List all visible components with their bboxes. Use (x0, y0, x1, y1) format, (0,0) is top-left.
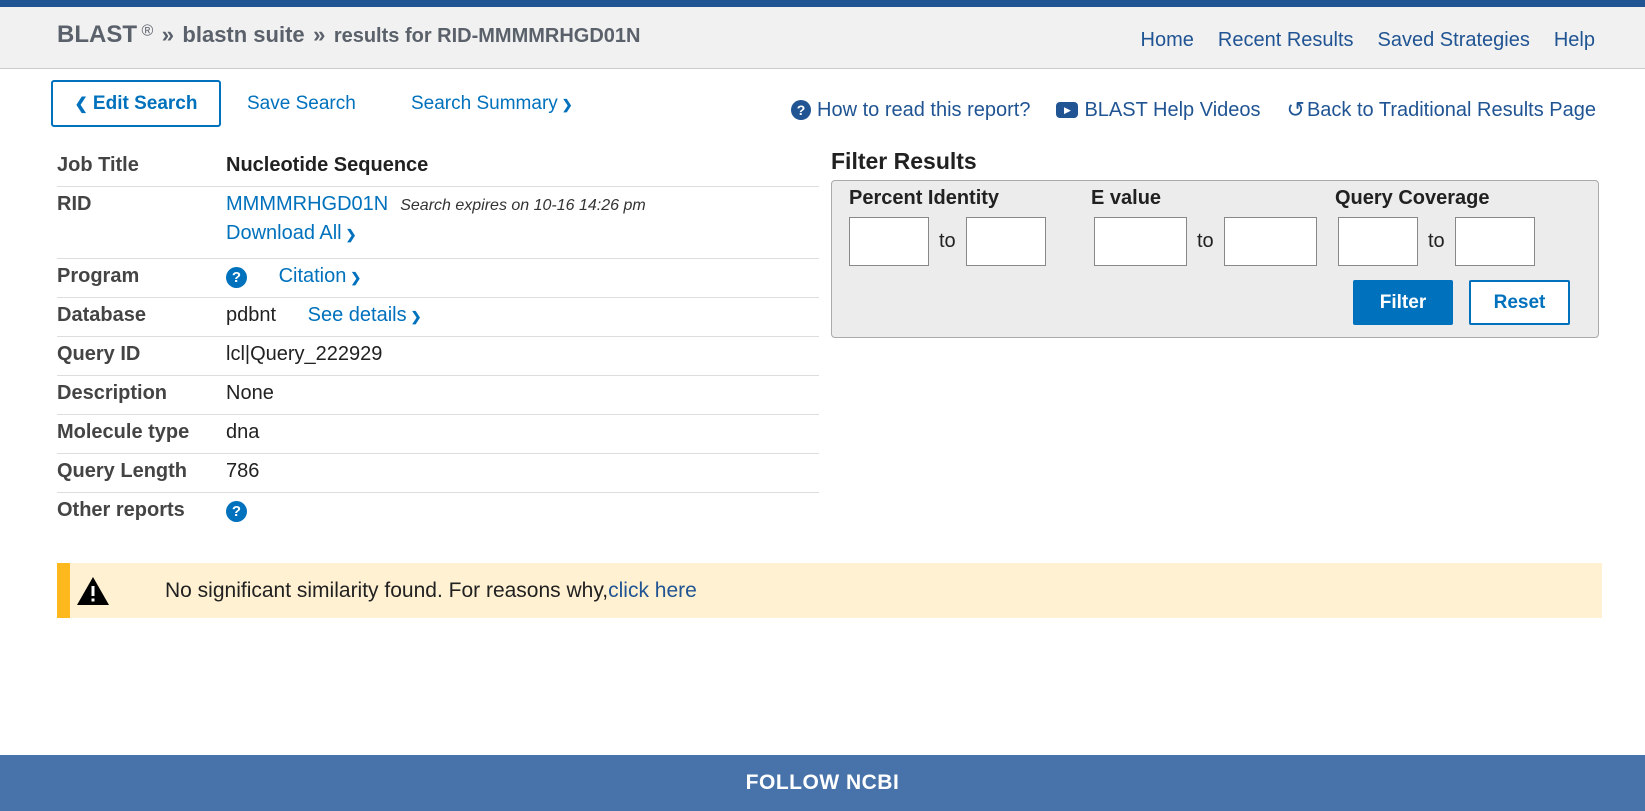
program-row: Program ? Citation ❯ (57, 259, 819, 298)
back-to-traditional-label: Back to Traditional Results Page (1306, 98, 1596, 121)
rid-link[interactable]: MMMMRHGD01N (226, 193, 388, 215)
how-to-read-link[interactable]: ? How to read this report? (791, 99, 1030, 122)
filter-title: Filter Results (831, 148, 977, 174)
how-to-read-label: How to read this report? (817, 98, 1031, 121)
footer-banner: FOLLOW NCBI (0, 755, 1645, 811)
query-length-label: Query Length (57, 460, 188, 482)
query-id-label: Query ID (57, 343, 141, 365)
molecule-type-label: Molecule type (57, 421, 190, 443)
citation-dropdown[interactable]: Citation (279, 265, 347, 287)
breadcrumb-separator: » (313, 22, 326, 47)
download-all-dropdown[interactable]: Download All (226, 222, 342, 244)
rid-value-group: MMMMRHGD01N Search expires on 10-16 14:26… (226, 193, 646, 245)
rid-label: RID (57, 193, 92, 215)
description-row: Description None (57, 376, 819, 415)
rid-row: RID MMMMRHGD01N Search expires on 10-16 1… (57, 187, 819, 259)
chevron-down-icon: ❯ (350, 270, 362, 285)
search-summary-label: Search Summary (411, 93, 558, 114)
other-reports-value: ? (226, 499, 247, 522)
percent-identity-max-input[interactable] (965, 217, 1046, 266)
follow-ncbi-heading: FOLLOW NCBI (745, 771, 900, 794)
save-search-link[interactable]: Save Search (247, 93, 356, 115)
percent-identity-group: Percent Identity to (849, 187, 1046, 266)
program-value: ? Citation ❯ (226, 265, 361, 288)
description-label: Description (57, 382, 168, 404)
molecule-type-value: dna (226, 421, 260, 443)
question-circle-icon: ? (791, 100, 812, 120)
query-length-row: Query Length 786 (57, 454, 819, 493)
description-value: None (226, 382, 274, 404)
youtube-icon: ▶ (1056, 102, 1079, 118)
filter-box: Percent Identity to E value to Query Cov… (831, 180, 1599, 338)
query-coverage-group: Query Coverage to (1335, 187, 1535, 266)
job-info-table: Job Title Nucleotide Sequence RID MMMMRH… (57, 148, 819, 532)
molecule-type-row: Molecule type dna (57, 415, 819, 454)
e-value-max-input[interactable] (1223, 217, 1317, 266)
chevron-down-icon: ❯ (561, 97, 573, 112)
click-here-link[interactable]: click here (608, 579, 697, 602)
undo-arrow-icon: ↺ (1286, 97, 1305, 122)
no-results-alert: No significant similarity found. For rea… (57, 563, 1602, 618)
job-title-value: Nucleotide Sequence (226, 154, 429, 176)
chevron-down-icon: ❯ (345, 227, 357, 242)
job-title-label: Job Title (57, 154, 139, 176)
blast-help-videos-label: BLAST Help Videos (1084, 98, 1261, 121)
e-value-label: E value (1091, 187, 1162, 209)
reset-button[interactable]: Reset (1469, 280, 1570, 325)
to-label: to (939, 230, 956, 252)
nav-help-link[interactable]: Help (1554, 29, 1595, 52)
database-value: pdbnt (226, 304, 277, 326)
breadcrumb: BLAST ® » blastn suite » results for RID… (57, 21, 641, 49)
top-accent-bar (0, 0, 1645, 7)
e-value-min-input[interactable] (1094, 217, 1187, 266)
blast-help-videos-link[interactable]: ▶ BLAST Help Videos (1056, 98, 1261, 122)
query-id-row: Query ID lcl|Query_222929 (57, 337, 819, 376)
query-coverage-min-input[interactable] (1338, 217, 1418, 266)
registered-mark: ® (141, 22, 154, 40)
edit-search-label: Edit Search (92, 92, 198, 114)
database-value-group: pdbnt See details ❯ (226, 304, 422, 327)
percent-identity-label: Percent Identity (849, 187, 1000, 209)
other-reports-row: Other reports ? (57, 493, 819, 532)
e-value-group: E value to (1091, 187, 1317, 266)
alert-message: No significant similarity found. For rea… (165, 579, 697, 603)
database-row: Database pdbnt See details ❯ (57, 298, 819, 337)
brand-link[interactable]: BLAST (57, 21, 137, 48)
query-coverage-max-input[interactable] (1454, 217, 1535, 266)
breadcrumb-separator: » (161, 22, 174, 47)
program-label: Program (57, 265, 140, 287)
see-details-dropdown[interactable]: See details (308, 304, 407, 326)
search-summary-dropdown[interactable]: Search Summary ❯ (411, 93, 573, 115)
expiry-text: Search expires on 10-16 14:26 pm (400, 197, 646, 214)
filter-button[interactable]: Filter (1353, 280, 1453, 325)
question-circle-icon[interactable]: ? (226, 267, 247, 288)
other-reports-label: Other reports (57, 499, 185, 521)
nav-saved-strategies-link[interactable]: Saved Strategies (1378, 29, 1530, 52)
query-id-value: lcl|Query_222929 (226, 343, 383, 365)
chevron-left-icon: ❮ (74, 95, 88, 113)
job-title-row: Job Title Nucleotide Sequence (57, 148, 819, 187)
filter-panel: Filter Results Percent Identity to E val… (831, 148, 1599, 338)
alert-text: No significant similarity found. For rea… (165, 578, 609, 602)
question-circle-icon[interactable]: ? (226, 501, 247, 522)
nav-home-link[interactable]: Home (1141, 29, 1194, 52)
nav-recent-results-link[interactable]: Recent Results (1218, 29, 1354, 52)
to-label: to (1428, 230, 1445, 252)
back-to-traditional-link[interactable]: ↺ Back to Traditional Results Page (1287, 97, 1596, 123)
to-label: to (1197, 230, 1214, 252)
top-nav: Home Recent Results Saved Strategies Hel… (1141, 29, 1595, 52)
warning-icon (77, 576, 109, 605)
percent-identity-min-input[interactable] (849, 217, 929, 266)
page-header: BLAST ® » blastn suite » results for RID… (0, 7, 1645, 69)
actions-bar: ❮ Edit Search Save Search Search Summary… (51, 80, 1596, 128)
breadcrumb-suite-link[interactable]: blastn suite (182, 22, 304, 47)
chevron-down-icon: ❯ (410, 309, 422, 324)
query-coverage-label: Query Coverage (1335, 187, 1490, 209)
database-label: Database (57, 304, 146, 326)
help-links: ? How to read this report? ▶ BLAST Help … (791, 97, 1596, 123)
query-length-value: 786 (226, 460, 260, 482)
breadcrumb-results: results for RID-MMMMRHGD01N (333, 25, 641, 47)
edit-search-button[interactable]: ❮ Edit Search (51, 80, 221, 127)
